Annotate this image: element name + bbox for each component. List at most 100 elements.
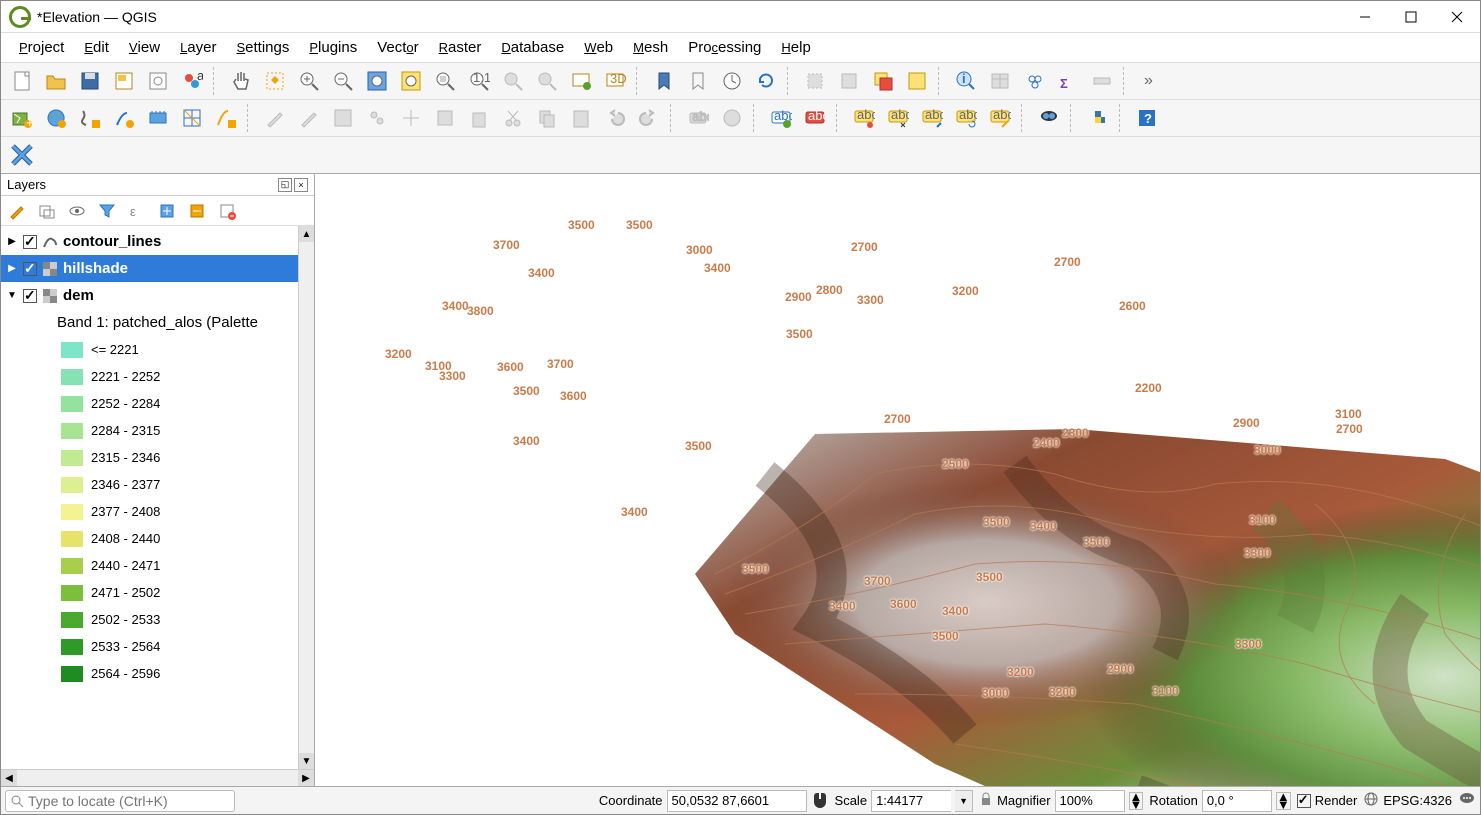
zoom-layer-icon[interactable]: [430, 66, 460, 96]
render-checkbox[interactable]: [1297, 794, 1311, 808]
new-map-view-icon[interactable]: [566, 66, 596, 96]
attribute-table-icon[interactable]: [985, 66, 1015, 96]
expand-all-icon[interactable]: [155, 199, 179, 223]
magnifier-spinner[interactable]: ▲▼: [1129, 792, 1144, 810]
measure-icon[interactable]: [1087, 66, 1117, 96]
select-all-icon[interactable]: [902, 66, 932, 96]
add-group-icon[interactable]: [35, 199, 59, 223]
locator[interactable]: [5, 790, 235, 812]
node-tool-icon[interactable]: [430, 103, 460, 133]
layer-checkbox[interactable]: [23, 289, 37, 303]
cut-icon[interactable]: [498, 103, 528, 133]
crs-label[interactable]: EPSG:4326: [1383, 793, 1452, 808]
select-rect-icon[interactable]: [800, 66, 830, 96]
maximize-button[interactable]: [1388, 1, 1434, 33]
layers-hscroll[interactable]: ◀▶: [1, 769, 314, 786]
zoom-selection-icon[interactable]: [396, 66, 426, 96]
show-bookmarks-icon[interactable]: [683, 66, 713, 96]
layer-styling-icon[interactable]: [5, 199, 29, 223]
move-feature-icon[interactable]: [396, 103, 426, 133]
magnifier-field[interactable]: 100%: [1055, 790, 1125, 812]
add-feature-icon[interactable]: [362, 103, 392, 133]
menu-view[interactable]: View: [119, 35, 170, 60]
copy-icon[interactable]: [532, 103, 562, 133]
expander-icon[interactable]: ▼: [5, 290, 19, 301]
temporal-controller-icon[interactable]: [717, 66, 747, 96]
messages-icon[interactable]: [1458, 790, 1476, 811]
scale-dropdown-icon[interactable]: ▼: [955, 790, 973, 812]
plugin-x-icon[interactable]: [7, 140, 37, 170]
close-button[interactable]: [1434, 1, 1480, 33]
add-vector-layer-icon[interactable]: +: [7, 103, 37, 133]
expander-icon[interactable]: ▶: [5, 263, 19, 274]
menu-edit[interactable]: Edit: [74, 35, 119, 60]
select-value-icon[interactable]: [834, 66, 864, 96]
new-virtual-layer-icon[interactable]: [211, 103, 241, 133]
refresh-icon[interactable]: [751, 66, 781, 96]
pan-icon[interactable]: [226, 66, 256, 96]
add-raster-layer-icon[interactable]: [41, 103, 71, 133]
label-pin-icon[interactable]: abc: [849, 103, 879, 133]
redo-icon[interactable]: [634, 103, 664, 133]
locator-input[interactable]: [28, 793, 234, 809]
panel-close-icon[interactable]: ×: [294, 178, 308, 192]
new-shapefile-icon[interactable]: [75, 103, 105, 133]
current-edits-icon[interactable]: [260, 103, 290, 133]
new-project-icon[interactable]: [7, 66, 37, 96]
layers-tree[interactable]: ▲▼ ▶contour_lines▶hillshade▼demBand 1: p…: [1, 226, 314, 769]
manage-visibility-icon[interactable]: [65, 199, 89, 223]
map-canvas[interactable]: 3500350030002700270034003700290033003200…: [315, 174, 1480, 786]
remove-layer-icon[interactable]: [215, 199, 239, 223]
menu-processing[interactable]: Processing: [678, 35, 771, 60]
identify-icon[interactable]: i: [951, 66, 981, 96]
paste-icon[interactable]: [566, 103, 596, 133]
menu-mesh[interactable]: Mesh: [623, 35, 678, 60]
new-memory-layer-icon[interactable]: [143, 103, 173, 133]
menu-vector[interactable]: Vector: [367, 35, 428, 60]
label-toolbar-1-icon[interactable]: abc: [766, 103, 796, 133]
help-icon[interactable]: ?: [1132, 103, 1162, 133]
delete-selected-icon[interactable]: [464, 103, 494, 133]
filter-legend-icon[interactable]: [95, 199, 119, 223]
menu-raster[interactable]: Raster: [429, 35, 492, 60]
minimize-button[interactable]: [1342, 1, 1388, 33]
open-project-icon[interactable]: [41, 66, 71, 96]
menu-project[interactable]: Project: [9, 35, 74, 60]
zoom-in-icon[interactable]: [294, 66, 324, 96]
expression-filter-icon[interactable]: ε: [125, 199, 149, 223]
new-3d-view-icon[interactable]: 3D: [600, 66, 630, 96]
label-tool-icon[interactable]: abc: [683, 103, 713, 133]
label-change-icon[interactable]: abc: [985, 103, 1015, 133]
layers-vscroll[interactable]: ▲▼: [298, 226, 314, 769]
panel-undock-icon[interactable]: ◱: [278, 178, 292, 192]
statistics-icon[interactable]: Σ: [1053, 66, 1083, 96]
new-mesh-layer-icon[interactable]: [177, 103, 207, 133]
label-move-icon[interactable]: abc: [917, 103, 947, 133]
zoom-next-icon[interactable]: [532, 66, 562, 96]
diagram-tool-icon[interactable]: [717, 103, 747, 133]
layer-row-hillshade[interactable]: ▶hillshade: [1, 255, 314, 282]
save-edits-icon[interactable]: [328, 103, 358, 133]
label-rotate-icon[interactable]: abc: [951, 103, 981, 133]
layout-manager-icon[interactable]: [109, 66, 139, 96]
lock-icon[interactable]: [979, 792, 993, 809]
layer-row-dem[interactable]: ▼dem: [1, 282, 314, 309]
menu-web[interactable]: Web: [574, 35, 623, 60]
save-project-icon[interactable]: [75, 66, 105, 96]
collapse-all-icon[interactable]: [185, 199, 209, 223]
coordinate-field[interactable]: 50,0532 87,6601: [667, 790, 807, 812]
deselect-all-icon[interactable]: [868, 66, 898, 96]
menu-database[interactable]: Database: [491, 35, 574, 60]
layer-checkbox[interactable]: [23, 235, 37, 249]
python-console-icon[interactable]: [1083, 103, 1113, 133]
toggle-editing-icon[interactable]: [294, 103, 324, 133]
layer-checkbox[interactable]: [23, 262, 37, 276]
expander-icon[interactable]: ▶: [5, 236, 19, 247]
new-bookmark-icon[interactable]: [649, 66, 679, 96]
menu-help[interactable]: Help: [771, 35, 820, 60]
menu-settings[interactable]: Settings: [226, 35, 299, 60]
zoom-out-icon[interactable]: [328, 66, 358, 96]
label-toolbar-2-icon[interactable]: abc: [800, 103, 830, 133]
layer-row-contour_lines[interactable]: ▶contour_lines: [1, 228, 314, 255]
pan-to-selection-icon[interactable]: [260, 66, 290, 96]
